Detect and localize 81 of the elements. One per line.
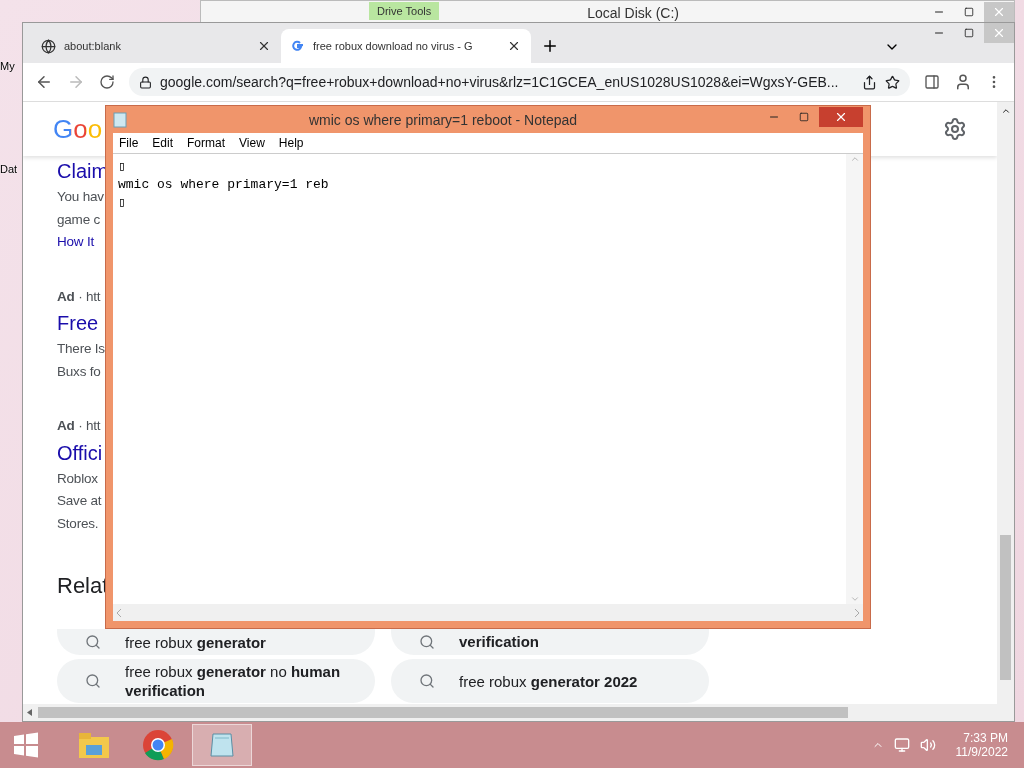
browser-tab[interactable]: about:blank bbox=[31, 29, 281, 63]
window-title: wmic os where primary=1 reboot - Notepad bbox=[307, 111, 579, 128]
close-tab-icon[interactable] bbox=[507, 39, 521, 53]
vertical-scrollbar[interactable] bbox=[997, 102, 1014, 704]
browser-tab[interactable]: free robux download no virus - G bbox=[281, 29, 531, 63]
forward-icon[interactable] bbox=[67, 73, 85, 91]
share-icon[interactable] bbox=[862, 74, 877, 90]
notepad-icon bbox=[113, 111, 127, 128]
menu-item[interactable]: File bbox=[119, 136, 139, 150]
close-icon bbox=[992, 26, 1006, 40]
bookmark-star-icon[interactable] bbox=[885, 74, 900, 90]
close-tab-icon[interactable] bbox=[257, 39, 271, 53]
maximize-icon bbox=[799, 111, 809, 122]
result-snippet: Buxs fo bbox=[57, 362, 101, 381]
related-search-chip[interactable]: free robux generator 2022 bbox=[391, 659, 709, 703]
settings-icon[interactable] bbox=[943, 117, 967, 141]
close-button[interactable] bbox=[819, 106, 863, 127]
tab-title: about:blank bbox=[64, 40, 122, 52]
result-snippet: Roblox bbox=[57, 469, 98, 488]
network-icon[interactable] bbox=[893, 737, 910, 753]
scrollbar-thumb[interactable] bbox=[1000, 535, 1011, 680]
result-title[interactable]: Offici bbox=[57, 437, 103, 468]
reload-icon[interactable] bbox=[99, 74, 115, 90]
lock-icon bbox=[139, 75, 152, 89]
start-icon[interactable] bbox=[12, 731, 40, 759]
maximize-icon bbox=[964, 7, 974, 17]
result-snippet: You hav bbox=[57, 188, 104, 206]
menu-item[interactable]: Help bbox=[278, 136, 304, 150]
result-snippet: There Is bbox=[57, 340, 105, 358]
text-line: ▯ bbox=[118, 158, 126, 176]
scroll-left-icon[interactable] bbox=[27, 709, 32, 716]
search-icon bbox=[85, 673, 101, 689]
tab-title: free robux download no virus - G bbox=[313, 40, 474, 52]
close-icon bbox=[992, 5, 1006, 19]
side-panel-icon[interactable] bbox=[924, 74, 940, 90]
scroll-right-icon[interactable] bbox=[854, 608, 859, 617]
menu-item[interactable]: Format bbox=[187, 136, 226, 150]
text-line: wmic os where primary=1 reb bbox=[118, 176, 329, 194]
menu-item[interactable]: View bbox=[239, 136, 265, 150]
horizontal-scrollbar[interactable] bbox=[23, 704, 1014, 721]
desktop-icon-label[interactable]: My bbox=[0, 60, 15, 72]
maximize-icon bbox=[964, 28, 974, 38]
related-search-chip[interactable]: free robux generator bbox=[57, 629, 375, 655]
suggestion-text: verification bbox=[459, 632, 540, 652]
taskbar-button[interactable] bbox=[192, 724, 252, 766]
search-engine-icon bbox=[291, 39, 305, 53]
desktop-icon-label[interactable]: Dat bbox=[0, 163, 18, 175]
suggestion-text: free robux generator bbox=[125, 632, 266, 652]
related-search-chip[interactable]: verification bbox=[391, 629, 709, 655]
text-line: ▯ bbox=[118, 194, 126, 212]
text-editor[interactable]: ▯ wmic os where primary=1 reb ▯ bbox=[113, 154, 863, 621]
suggestion-text: free robux generator 2022 bbox=[459, 671, 638, 691]
menu-item[interactable]: Edit bbox=[152, 136, 174, 150]
globe-icon bbox=[41, 38, 56, 54]
scroll-up-icon[interactable] bbox=[1000, 106, 1011, 116]
horizontal-scrollbar[interactable] bbox=[113, 604, 863, 621]
ad-label: Ad · htt bbox=[57, 417, 101, 435]
back-icon[interactable] bbox=[35, 73, 53, 91]
address-bar[interactable]: google.com/search?q=free+robux+download+no+virus&rlz=1C1GCEA_enUS1028US1028&ei=WgxsY-GEB... bbox=[129, 68, 910, 96]
related-search-chip[interactable]: free robux generator no human verification bbox=[57, 659, 375, 703]
volume-icon[interactable] bbox=[919, 737, 936, 753]
window-title: Local Disk (C:) bbox=[587, 5, 680, 21]
suggestion-text: free robux generator no human verification bbox=[125, 662, 342, 700]
search-icon bbox=[419, 673, 435, 689]
ribbon-tab[interactable]: Drive Tools bbox=[369, 2, 440, 20]
search-icon bbox=[85, 634, 101, 650]
result-title[interactable]: Free bbox=[57, 308, 99, 338]
vertical-scrollbar[interactable] bbox=[846, 154, 863, 604]
result-snippet: Save at bbox=[57, 492, 102, 510]
profile-icon[interactable] bbox=[954, 73, 972, 91]
folder-icon bbox=[78, 731, 110, 759]
scroll-down-icon[interactable] bbox=[849, 594, 860, 604]
result-snippet: game c bbox=[57, 210, 101, 229]
notepad-icon bbox=[207, 730, 237, 760]
ad-label: Ad · htt bbox=[57, 287, 101, 306]
browser-icon bbox=[142, 729, 174, 761]
search-icon bbox=[419, 634, 435, 650]
result-snippet: Stores. bbox=[57, 514, 99, 533]
url-text: google.com/search?q=free+robux+download+no+virus&rlz=1C1GCEA_enUS1028US1028&ei=WgxsY-GEB... bbox=[160, 74, 839, 90]
result-link[interactable]: How It bbox=[57, 231, 95, 254]
new-tab-icon[interactable] bbox=[541, 37, 559, 55]
